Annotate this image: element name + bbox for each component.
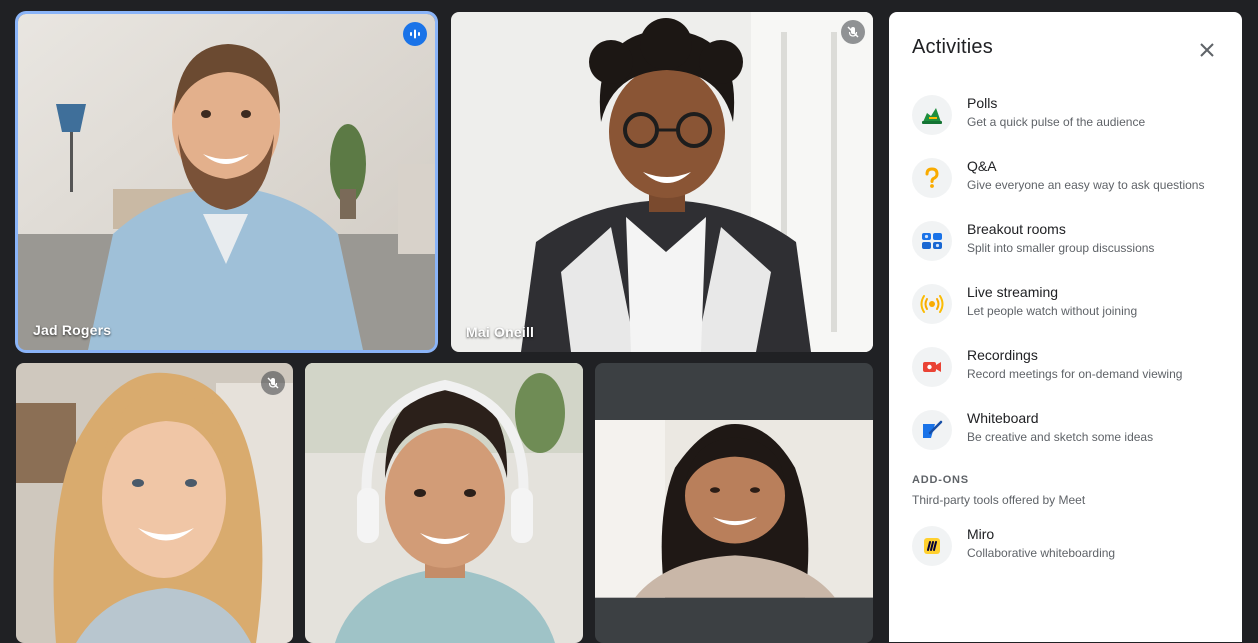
- activity-title: Whiteboard: [967, 410, 1039, 426]
- participant-tile-mai-oneill[interactable]: Mai Oneill: [451, 12, 873, 352]
- activity-live-streaming[interactable]: Live streaming Let people watch without …: [889, 284, 1242, 344]
- activity-description: Record meetings for on-demand viewing: [967, 367, 1183, 381]
- activity-description: Split into smaller group discussions: [967, 241, 1155, 255]
- participant-video: [16, 363, 293, 643]
- addon-miro[interactable]: Miro Collaborative whiteboarding: [889, 526, 1242, 586]
- participant-video: [18, 14, 435, 350]
- activity-title: Breakout rooms: [967, 221, 1066, 237]
- polls-icon: [912, 95, 952, 135]
- participant-video: [451, 12, 873, 352]
- recordings-icon: [912, 347, 952, 387]
- participant-tile-4[interactable]: [305, 363, 583, 643]
- participant-tile-3[interactable]: [16, 363, 293, 643]
- close-icon: [1200, 43, 1214, 57]
- activity-description: Give everyone an easy way to ask questio…: [967, 178, 1205, 192]
- mic-off-icon: [841, 20, 865, 44]
- activity-description: Be creative and sketch some ideas: [967, 430, 1154, 444]
- activity-title: Q&A: [967, 158, 997, 174]
- breakout-rooms-icon: [912, 221, 952, 261]
- whiteboard-icon: [912, 410, 952, 450]
- live-streaming-icon: [912, 284, 952, 324]
- participant-video: [305, 363, 583, 643]
- participant-name: Jad Rogers: [33, 322, 112, 338]
- participant-tile-5[interactable]: [595, 363, 873, 643]
- participant-tile-jad-rogers[interactable]: Jad Rogers: [18, 14, 435, 350]
- activity-breakout-rooms[interactable]: Breakout rooms Split into smaller group …: [889, 221, 1242, 281]
- speaking-icon: [403, 22, 427, 46]
- addons-heading: ADD-ONS: [912, 474, 969, 486]
- activity-title: Live streaming: [967, 284, 1059, 300]
- close-button[interactable]: [1193, 36, 1221, 64]
- mic-off-icon: [261, 371, 285, 395]
- addon-title: Miro: [967, 526, 995, 542]
- activity-qa[interactable]: Q&A Give everyone an easy way to ask que…: [889, 158, 1242, 218]
- panel-title: Activities: [912, 36, 993, 58]
- miro-icon: [912, 526, 952, 566]
- activity-description: Get a quick pulse of the audience: [967, 115, 1146, 129]
- activity-polls[interactable]: Polls Get a quick pulse of the audience: [889, 95, 1242, 155]
- question-icon: [912, 158, 952, 198]
- activities-panel: Activities Polls Get a quick pulse of th…: [889, 12, 1242, 642]
- addons-subtitle: Third-party tools offered by Meet: [912, 493, 1086, 507]
- addon-description: Collaborative whiteboarding: [967, 546, 1116, 560]
- activity-title: Polls: [967, 95, 998, 111]
- participant-name: Mai Oneill: [466, 324, 535, 340]
- activity-whiteboard[interactable]: Whiteboard Be creative and sketch some i…: [889, 410, 1242, 470]
- participant-video: [595, 420, 873, 598]
- activity-title: Recordings: [967, 347, 1038, 363]
- activity-recordings[interactable]: Recordings Record meetings for on-demand…: [889, 347, 1242, 407]
- activity-description: Let people watch without joining: [967, 304, 1138, 318]
